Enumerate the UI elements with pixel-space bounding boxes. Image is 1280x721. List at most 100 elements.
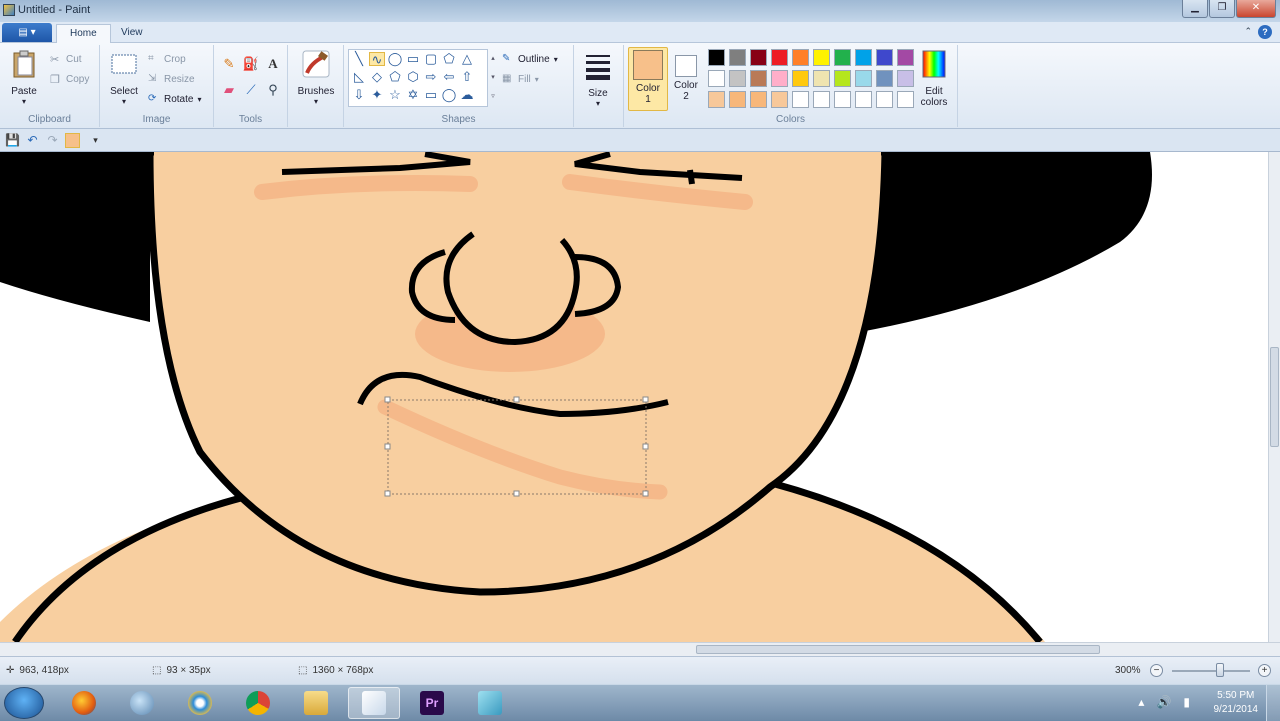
color-shortcut-icon[interactable] [65, 133, 80, 148]
palette-swatch[interactable] [708, 70, 725, 87]
magnifier-icon[interactable]: ⚲ [264, 81, 282, 99]
start-button[interactable] [4, 687, 44, 719]
palette-swatch[interactable] [876, 49, 893, 66]
minimize-ribbon-icon[interactable]: ⌃ [1244, 26, 1252, 37]
volume-icon[interactable]: 🔊 [1156, 695, 1171, 709]
up-arrow-shape-icon[interactable]: ⇧ [459, 70, 475, 84]
left-arrow-shape-icon[interactable]: ⇦ [441, 70, 457, 84]
maximize-button[interactable]: ❐ [1209, 0, 1235, 18]
rectangle-shape-icon[interactable]: ▭ [405, 52, 421, 66]
help-icon[interactable]: ? [1258, 25, 1272, 39]
outline-button[interactable]: ✎ Outline ▾ [502, 53, 558, 65]
fill-button[interactable]: ▦ Fill ▾ [502, 73, 539, 85]
palette-swatch[interactable] [708, 49, 725, 66]
rounded-callout-shape-icon[interactable]: ▭ [423, 88, 439, 102]
hexagon-shape-icon[interactable]: ⬡ [405, 70, 421, 84]
taskbar-network[interactable] [116, 687, 168, 719]
clock[interactable]: 5:50 PM 9/21/2014 [1214, 689, 1259, 717]
cloud-callout-shape-icon[interactable]: ☁ [459, 88, 475, 102]
paint-app-icon[interactable] [3, 4, 15, 16]
zoom-slider-track[interactable] [1172, 670, 1250, 672]
taskbar-app[interactable] [464, 687, 516, 719]
palette-swatch[interactable] [771, 70, 788, 87]
vertical-scrollbar[interactable] [1268, 152, 1280, 642]
four-point-star-shape-icon[interactable]: ✦ [369, 88, 385, 102]
triangle-shape-icon[interactable]: △ [459, 52, 475, 66]
palette-swatch[interactable] [876, 91, 893, 108]
save-icon[interactable]: 💾 [5, 133, 20, 148]
taskbar-explorer[interactable] [290, 687, 342, 719]
zoom-slider-thumb[interactable] [1216, 663, 1224, 677]
palette-swatch[interactable] [708, 91, 725, 108]
palette-swatch[interactable] [729, 91, 746, 108]
taskbar-chrome[interactable] [232, 687, 284, 719]
text-tool-icon[interactable]: A [264, 55, 282, 73]
five-point-star-shape-icon[interactable]: ☆ [387, 88, 403, 102]
vertical-scroll-thumb[interactable] [1270, 347, 1279, 447]
palette-swatch[interactable] [792, 70, 809, 87]
show-hidden-icons-icon[interactable]: ▴ [1138, 695, 1144, 709]
palette-swatch[interactable] [750, 91, 767, 108]
palette-swatch[interactable] [897, 91, 914, 108]
palette-swatch[interactable] [897, 70, 914, 87]
right-triangle-shape-icon[interactable]: ◺ [351, 70, 367, 84]
taskbar-ie[interactable] [174, 687, 226, 719]
zoom-in-button[interactable]: + [1258, 664, 1271, 677]
oval-callout-shape-icon[interactable]: ◯ [441, 88, 457, 102]
crop-button[interactable]: ⌗ Crop [148, 53, 186, 65]
horizontal-scrollbar[interactable] [0, 642, 1280, 656]
polygon-shape-icon[interactable]: ⬠ [441, 52, 457, 66]
rotate-button[interactable]: ⟳ Rotate ▾ [148, 93, 201, 105]
pentagon-shape-icon[interactable]: ⬠ [387, 70, 403, 84]
size-button[interactable]: Size ▾ [580, 51, 616, 108]
close-button[interactable]: ✕ [1236, 0, 1276, 18]
undo-icon[interactable]: ↶ [25, 133, 40, 148]
down-arrow-shape-icon[interactable]: ⇩ [351, 88, 367, 102]
palette-swatch[interactable] [813, 70, 830, 87]
palette-swatch[interactable] [834, 49, 851, 66]
color1-button[interactable]: Color 1 [628, 47, 668, 111]
right-arrow-shape-icon[interactable]: ⇨ [423, 70, 439, 84]
palette-swatch[interactable] [855, 91, 872, 108]
palette-swatch[interactable] [750, 70, 767, 87]
curve-shape-icon[interactable]: ∿ [369, 52, 385, 67]
palette-swatch[interactable] [792, 49, 809, 66]
network-icon[interactable]: ▮ [1183, 695, 1190, 709]
select-button[interactable]: Select ▾ [106, 49, 142, 106]
paste-button[interactable]: Paste ▾ [6, 49, 42, 106]
palette-swatch[interactable] [834, 91, 851, 108]
taskbar-firefox[interactable] [58, 687, 110, 719]
edit-colors-button[interactable]: Edit colors [916, 49, 952, 108]
drawing-canvas[interactable] [0, 152, 1268, 642]
color2-button[interactable]: Color 2 [670, 47, 702, 111]
tab-home[interactable]: Home [56, 24, 111, 43]
palette-swatch[interactable] [771, 91, 788, 108]
eraser-icon[interactable]: ▰ [220, 81, 238, 99]
taskbar-premiere[interactable]: Pr [406, 687, 458, 719]
fill-bucket-icon[interactable]: ⛽ [242, 55, 260, 73]
brushes-button[interactable]: Brushes ▾ [296, 49, 336, 106]
palette-swatch[interactable] [750, 49, 767, 66]
taskbar-paint[interactable] [348, 687, 400, 719]
diamond-shape-icon[interactable]: ◇ [369, 70, 385, 84]
color-picker-icon[interactable]: ⟋ [242, 81, 260, 99]
palette-swatch[interactable] [855, 49, 872, 66]
palette-swatch[interactable] [771, 49, 788, 66]
zoom-out-button[interactable]: − [1150, 664, 1163, 677]
six-point-star-shape-icon[interactable]: ✡ [405, 88, 421, 102]
customize-toolbar-icon[interactable]: ▾ [88, 133, 103, 148]
palette-swatch[interactable] [897, 49, 914, 66]
line-shape-icon[interactable]: ╲ [351, 52, 367, 66]
palette-swatch[interactable] [792, 91, 809, 108]
copy-button[interactable]: ❐ Copy [50, 73, 89, 87]
paint-menu-button[interactable]: ▤ ▾ [2, 23, 52, 42]
minimize-button[interactable]: ▁ [1182, 0, 1208, 18]
shapes-scroll[interactable]: ▴ ▾ ▿ [489, 49, 497, 107]
palette-swatch[interactable] [855, 70, 872, 87]
tab-view[interactable]: View [108, 24, 156, 43]
redo-icon[interactable]: ↷ [45, 133, 60, 148]
cut-button[interactable]: ✂ Cut [50, 53, 82, 67]
rounded-rectangle-shape-icon[interactable]: ▢ [423, 52, 439, 66]
show-desktop-button[interactable] [1266, 685, 1280, 721]
palette-swatch[interactable] [876, 70, 893, 87]
